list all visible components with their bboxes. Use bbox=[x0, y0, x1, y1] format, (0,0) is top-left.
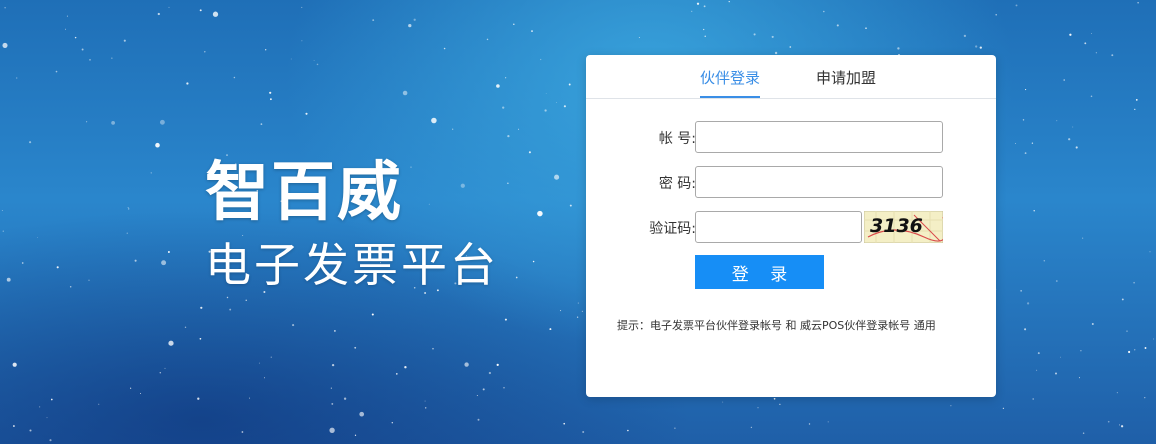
captcha-row: 验证码: 3136 bbox=[586, 211, 996, 243]
account-label: 帐 号: bbox=[658, 131, 696, 147]
login-hint: 提示：电子发票平台伙伴登录帐号 和 威云POS伙伴登录帐号 通用 bbox=[617, 319, 936, 332]
account-input[interactable] bbox=[695, 121, 943, 153]
password-input[interactable] bbox=[695, 166, 943, 198]
captcha-label: 验证码: bbox=[649, 221, 696, 237]
login-panel: 伙伴登录 申请加盟 帐 号: 密 码: 验证码: 3136 登 录 提示：电子发… bbox=[586, 55, 996, 397]
account-row: 帐 号: bbox=[586, 121, 996, 153]
password-row: 密 码: bbox=[586, 166, 996, 198]
brand-block: 智百威 电子发票平台 bbox=[205, 155, 499, 295]
tab-apply-join[interactable]: 申请加盟 bbox=[816, 67, 876, 98]
login-button[interactable]: 登 录 bbox=[695, 255, 824, 289]
captcha-input[interactable] bbox=[695, 211, 862, 243]
login-tabs: 伙伴登录 申请加盟 bbox=[586, 55, 996, 99]
brand-subtitle: 电子发票平台 bbox=[205, 238, 499, 292]
brand-title: 智百威 bbox=[205, 156, 403, 230]
password-label: 密 码: bbox=[658, 176, 696, 192]
captcha-image[interactable]: 3136 bbox=[864, 211, 943, 243]
captcha-code: 3136 bbox=[870, 215, 923, 237]
tab-partner-login[interactable]: 伙伴登录 bbox=[700, 67, 761, 98]
